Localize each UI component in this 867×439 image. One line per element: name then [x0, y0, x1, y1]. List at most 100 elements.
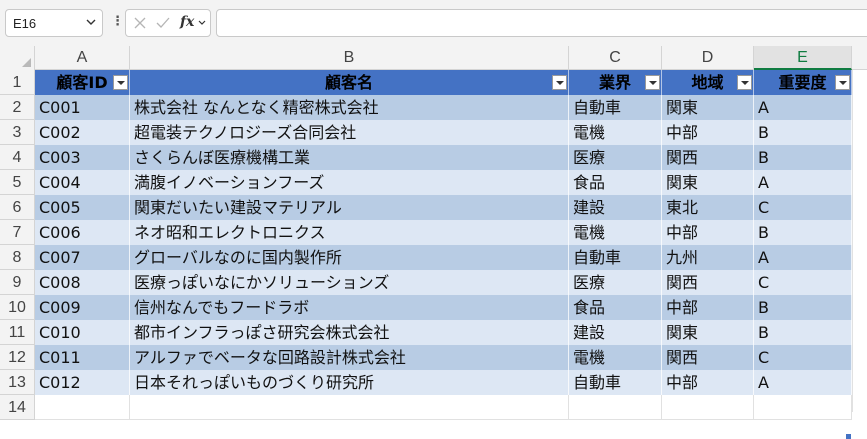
table-cell[interactable]: B — [754, 295, 852, 320]
empty-cell[interactable] — [569, 395, 662, 420]
table-cell[interactable]: 中部 — [662, 120, 754, 145]
row-header[interactable]: 9 — [0, 270, 35, 295]
table-cell[interactable]: 関東 — [662, 320, 754, 345]
column-header-a[interactable]: A — [35, 46, 130, 70]
table-cell[interactable]: C004 — [35, 170, 130, 195]
table-resize-handle[interactable] — [846, 434, 851, 439]
chevron-down-icon[interactable] — [197, 16, 207, 30]
column-header-d[interactable]: D — [662, 46, 754, 70]
table-cell[interactable]: C008 — [35, 270, 130, 295]
filter-dropdown-button[interactable] — [645, 75, 660, 90]
insert-function-button[interactable]: fx — [180, 14, 194, 30]
table-cell[interactable]: 電機 — [569, 220, 662, 245]
table-cell[interactable]: C009 — [35, 295, 130, 320]
formula-input[interactable] — [216, 9, 867, 37]
row-header[interactable]: 4 — [0, 145, 35, 170]
table-cell[interactable]: 株式会社 なんとなく精密株式会社 — [130, 95, 569, 120]
header-cell-customer-id[interactable]: 顧客ID — [35, 70, 130, 95]
filter-dropdown-button[interactable] — [552, 75, 567, 90]
empty-cell[interactable] — [35, 395, 130, 420]
table-cell[interactable]: 食品 — [569, 295, 662, 320]
header-cell-customer-name[interactable]: 顧客名 — [130, 70, 569, 95]
table-cell[interactable]: B — [754, 120, 852, 145]
chevron-down-icon[interactable] — [84, 15, 98, 29]
row-header[interactable]: 1 — [0, 70, 35, 95]
table-cell[interactable]: C011 — [35, 345, 130, 370]
table-cell[interactable]: 中部 — [662, 220, 754, 245]
filter-dropdown-button[interactable] — [835, 75, 850, 90]
table-cell[interactable]: B — [754, 145, 852, 170]
table-cell[interactable]: C003 — [35, 145, 130, 170]
table-cell[interactable]: C006 — [35, 220, 130, 245]
column-header-e[interactable]: E — [754, 46, 852, 70]
header-cell-industry[interactable]: 業界 — [569, 70, 662, 95]
row-header[interactable]: 3 — [0, 120, 35, 145]
table-cell[interactable]: B — [754, 220, 852, 245]
header-cell-priority[interactable]: 重要度 — [754, 70, 852, 95]
header-cell-region[interactable]: 地域 — [662, 70, 754, 95]
table-cell[interactable]: 建設 — [569, 320, 662, 345]
table-cell[interactable]: 関西 — [662, 270, 754, 295]
table-cell[interactable]: 自動車 — [569, 370, 662, 395]
table-cell[interactable]: 九州 — [662, 245, 754, 270]
empty-cell[interactable] — [662, 395, 754, 420]
table-cell[interactable]: 医療 — [569, 145, 662, 170]
filter-dropdown-button[interactable] — [113, 75, 128, 90]
table-cell[interactable]: A — [754, 95, 852, 120]
table-cell[interactable]: さくらんぼ医療機構工業 — [130, 145, 569, 170]
table-cell[interactable]: C010 — [35, 320, 130, 345]
table-cell[interactable]: 医療 — [569, 270, 662, 295]
table-cell[interactable]: C001 — [35, 95, 130, 120]
table-cell[interactable]: 関東だいたい建設マテリアル — [130, 195, 569, 220]
cancel-icon[interactable] — [133, 16, 147, 30]
check-icon[interactable] — [155, 16, 171, 30]
table-cell[interactable]: 電機 — [569, 345, 662, 370]
table-cell[interactable]: 自動車 — [569, 245, 662, 270]
table-cell[interactable]: 東北 — [662, 195, 754, 220]
table-cell[interactable]: C — [754, 195, 852, 220]
row-header[interactable]: 2 — [0, 95, 35, 120]
table-cell[interactable]: 信州なんでもフードラボ — [130, 295, 569, 320]
table-cell[interactable]: C — [754, 270, 852, 295]
table-cell[interactable]: 関東 — [662, 95, 754, 120]
row-header[interactable]: 5 — [0, 170, 35, 195]
table-cell[interactable]: C005 — [35, 195, 130, 220]
table-cell[interactable]: 関東 — [662, 170, 754, 195]
table-cell[interactable]: C007 — [35, 245, 130, 270]
filter-dropdown-button[interactable] — [737, 75, 752, 90]
name-box[interactable]: E16 — [5, 9, 103, 37]
empty-cell[interactable] — [754, 395, 852, 420]
table-cell[interactable]: 日本それっぽいものづくり研究所 — [130, 370, 569, 395]
row-header[interactable]: 14 — [0, 395, 35, 420]
empty-cell[interactable] — [130, 395, 569, 420]
row-header[interactable]: 10 — [0, 295, 35, 320]
table-cell[interactable]: C002 — [35, 120, 130, 145]
select-all-button[interactable] — [0, 46, 35, 70]
table-cell[interactable]: 満腹イノベーションフーズ — [130, 170, 569, 195]
table-cell[interactable]: C012 — [35, 370, 130, 395]
table-cell[interactable]: 関西 — [662, 345, 754, 370]
table-cell[interactable]: 都市インフラっぽさ研究会株式会社 — [130, 320, 569, 345]
table-cell[interactable]: グローバルなのに国内製作所 — [130, 245, 569, 270]
table-cell[interactable]: 電機 — [569, 120, 662, 145]
table-cell[interactable]: A — [754, 170, 852, 195]
column-header-c[interactable]: C — [569, 46, 662, 70]
row-header[interactable]: 12 — [0, 345, 35, 370]
table-cell[interactable]: A — [754, 245, 852, 270]
table-cell[interactable]: 超電装テクノロジーズ合同会社 — [130, 120, 569, 145]
column-header-b[interactable]: B — [130, 46, 569, 70]
table-cell[interactable]: アルファでベータな回路設計株式会社 — [130, 345, 569, 370]
table-cell[interactable]: A — [754, 370, 852, 395]
table-cell[interactable]: 食品 — [569, 170, 662, 195]
table-cell[interactable]: 中部 — [662, 295, 754, 320]
table-cell[interactable]: ネオ昭和エレクトロニクス — [130, 220, 569, 245]
row-header[interactable]: 13 — [0, 370, 35, 395]
row-header[interactable]: 7 — [0, 220, 35, 245]
table-cell[interactable]: 医療っぽいなにかソリューションズ — [130, 270, 569, 295]
row-header[interactable]: 8 — [0, 245, 35, 270]
table-cell[interactable]: C — [754, 345, 852, 370]
table-cell[interactable]: 自動車 — [569, 95, 662, 120]
more-options-icon[interactable]: ⋮ — [111, 14, 124, 29]
table-cell[interactable]: 関西 — [662, 145, 754, 170]
table-cell[interactable]: 中部 — [662, 370, 754, 395]
